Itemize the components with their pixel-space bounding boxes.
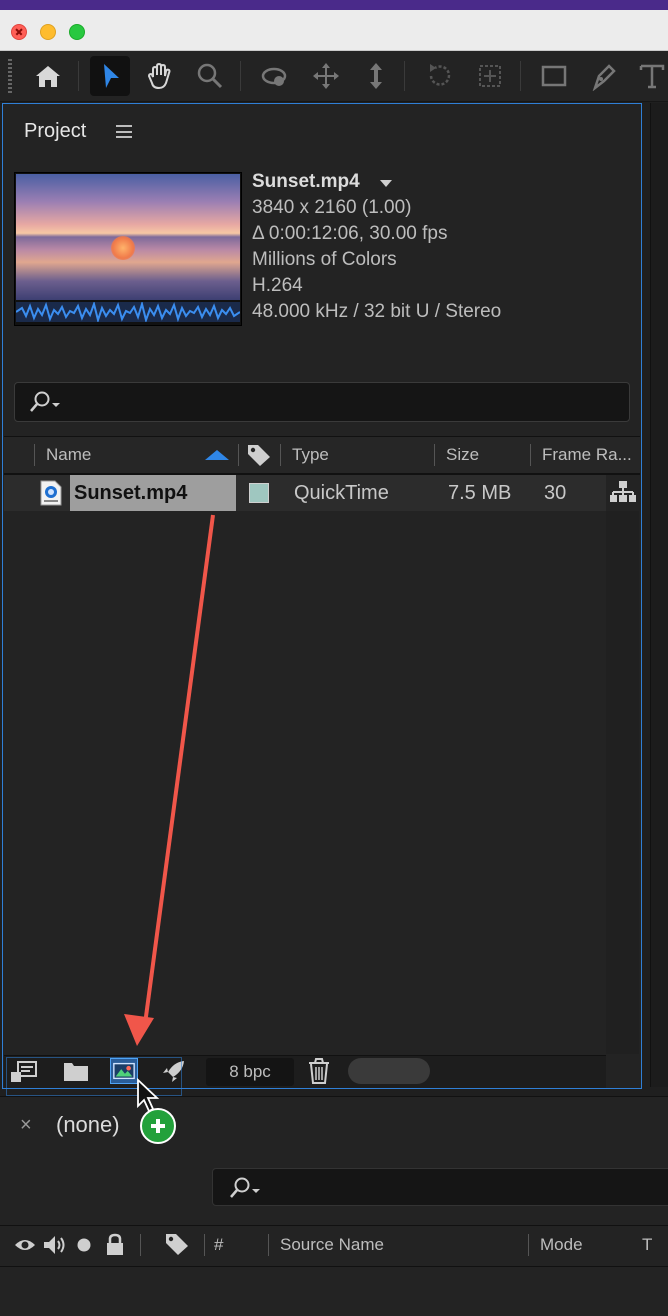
pan-behind-tool-button[interactable] (470, 56, 510, 96)
timeline-column-source-name[interactable]: Source Name (280, 1235, 384, 1255)
move-arrows-icon (313, 63, 339, 89)
hand-tool-button[interactable] (140, 56, 180, 96)
column-header-size[interactable]: Size (446, 445, 479, 465)
arrow-pointer-icon (104, 64, 119, 88)
project-list-scroll-area[interactable] (606, 511, 639, 1054)
pen-icon (592, 64, 616, 91)
search-icon[interactable] (28, 390, 68, 414)
speaker-icon[interactable] (42, 1234, 68, 1256)
footage-codec: H.264 (252, 275, 303, 296)
footage-resolution: 3840 x 2160 (1.00) (252, 197, 412, 218)
project-panel-title: Project (24, 120, 87, 142)
add-copy-badge-icon (140, 1108, 176, 1144)
project-item-type: QuickTime (294, 482, 389, 504)
type-tool-button[interactable] (632, 56, 668, 96)
footage-duration: Δ 0:00:12:06, 30.00 fps (252, 223, 448, 244)
search-icon[interactable] (228, 1176, 268, 1200)
type-icon (639, 64, 665, 89)
tools-toolbar (0, 51, 668, 102)
magnifier-icon (197, 63, 223, 89)
dolly-camera-tool-button[interactable] (356, 56, 396, 96)
audio-waveform-icon (16, 302, 240, 322)
rotate-icon (429, 64, 451, 86)
thumbnail-size-slider[interactable] (348, 1058, 430, 1084)
toolbar-grip[interactable] (8, 59, 12, 93)
lock-icon[interactable] (104, 1233, 126, 1257)
project-item-name[interactable]: Sunset.mp4 (74, 482, 187, 505)
selection-tool-button[interactable] (90, 56, 130, 96)
timeline-tab-label[interactable]: (none) (56, 1112, 120, 1138)
project-item-frame-rate: 30 (544, 482, 567, 504)
home-tool-button[interactable] (28, 56, 68, 96)
timeline-tab-close-button[interactable]: × (20, 1114, 32, 1137)
trash-icon[interactable] (306, 1057, 332, 1085)
footage-dropdown-icon[interactable] (380, 180, 392, 187)
adjacent-panel-edge (650, 103, 668, 1087)
solo-dot-icon[interactable] (76, 1237, 92, 1253)
sunset-preview-image (16, 174, 240, 300)
eye-icon[interactable] (14, 1236, 36, 1254)
orbit-camera-icon (261, 67, 287, 86)
timeline-column-t[interactable]: T (642, 1235, 652, 1255)
window-minimize-button[interactable] (40, 24, 56, 40)
home-icon (36, 66, 60, 87)
quicktime-file-icon (40, 480, 62, 506)
label-tag-icon[interactable] (246, 443, 272, 467)
column-header-type[interactable]: Type (292, 445, 329, 465)
timeline-search-input[interactable] (212, 1168, 668, 1206)
anchor-point-icon (479, 65, 501, 87)
project-search-input[interactable] (14, 382, 630, 422)
window-titlebar (0, 10, 668, 51)
column-header-frame-rate[interactable]: Frame Ra... (542, 445, 632, 465)
timeline-column-number[interactable]: # (214, 1235, 223, 1255)
project-item-size: 7.5 MB (448, 482, 512, 504)
hand-icon (147, 62, 171, 90)
window-zoom-button[interactable] (69, 24, 85, 40)
footage-audio-info: 48.000 kHz / 32 bit U / Stereo (252, 301, 502, 322)
column-header-name[interactable]: Name (46, 445, 91, 465)
panel-menu-icon[interactable] (116, 125, 132, 138)
timeline-column-mode[interactable]: Mode (540, 1235, 583, 1255)
vertical-arrows-icon (370, 63, 382, 89)
desktop-strip (0, 0, 668, 10)
rectangle-icon (541, 65, 567, 87)
label-tag-icon[interactable] (164, 1232, 190, 1256)
orbit-camera-tool-button[interactable] (254, 56, 294, 96)
rotation-tool-button[interactable] (420, 56, 460, 96)
rectangle-tool-button[interactable] (534, 56, 574, 96)
footage-name[interactable]: Sunset.mp4 (252, 171, 360, 193)
flowchart-icon[interactable] (609, 480, 637, 504)
window-close-button[interactable] (11, 24, 27, 40)
sort-ascending-icon[interactable] (205, 450, 229, 460)
footage-thumbnail (14, 172, 242, 326)
zoom-tool-button[interactable] (190, 56, 230, 96)
item-label-color-swatch[interactable] (249, 483, 269, 503)
footage-color-depth: Millions of Colors (252, 249, 397, 270)
project-bit-depth-button[interactable]: 8 bpc (206, 1058, 294, 1086)
pan-camera-tool-button[interactable] (306, 56, 346, 96)
pen-tool-button[interactable] (584, 56, 624, 96)
